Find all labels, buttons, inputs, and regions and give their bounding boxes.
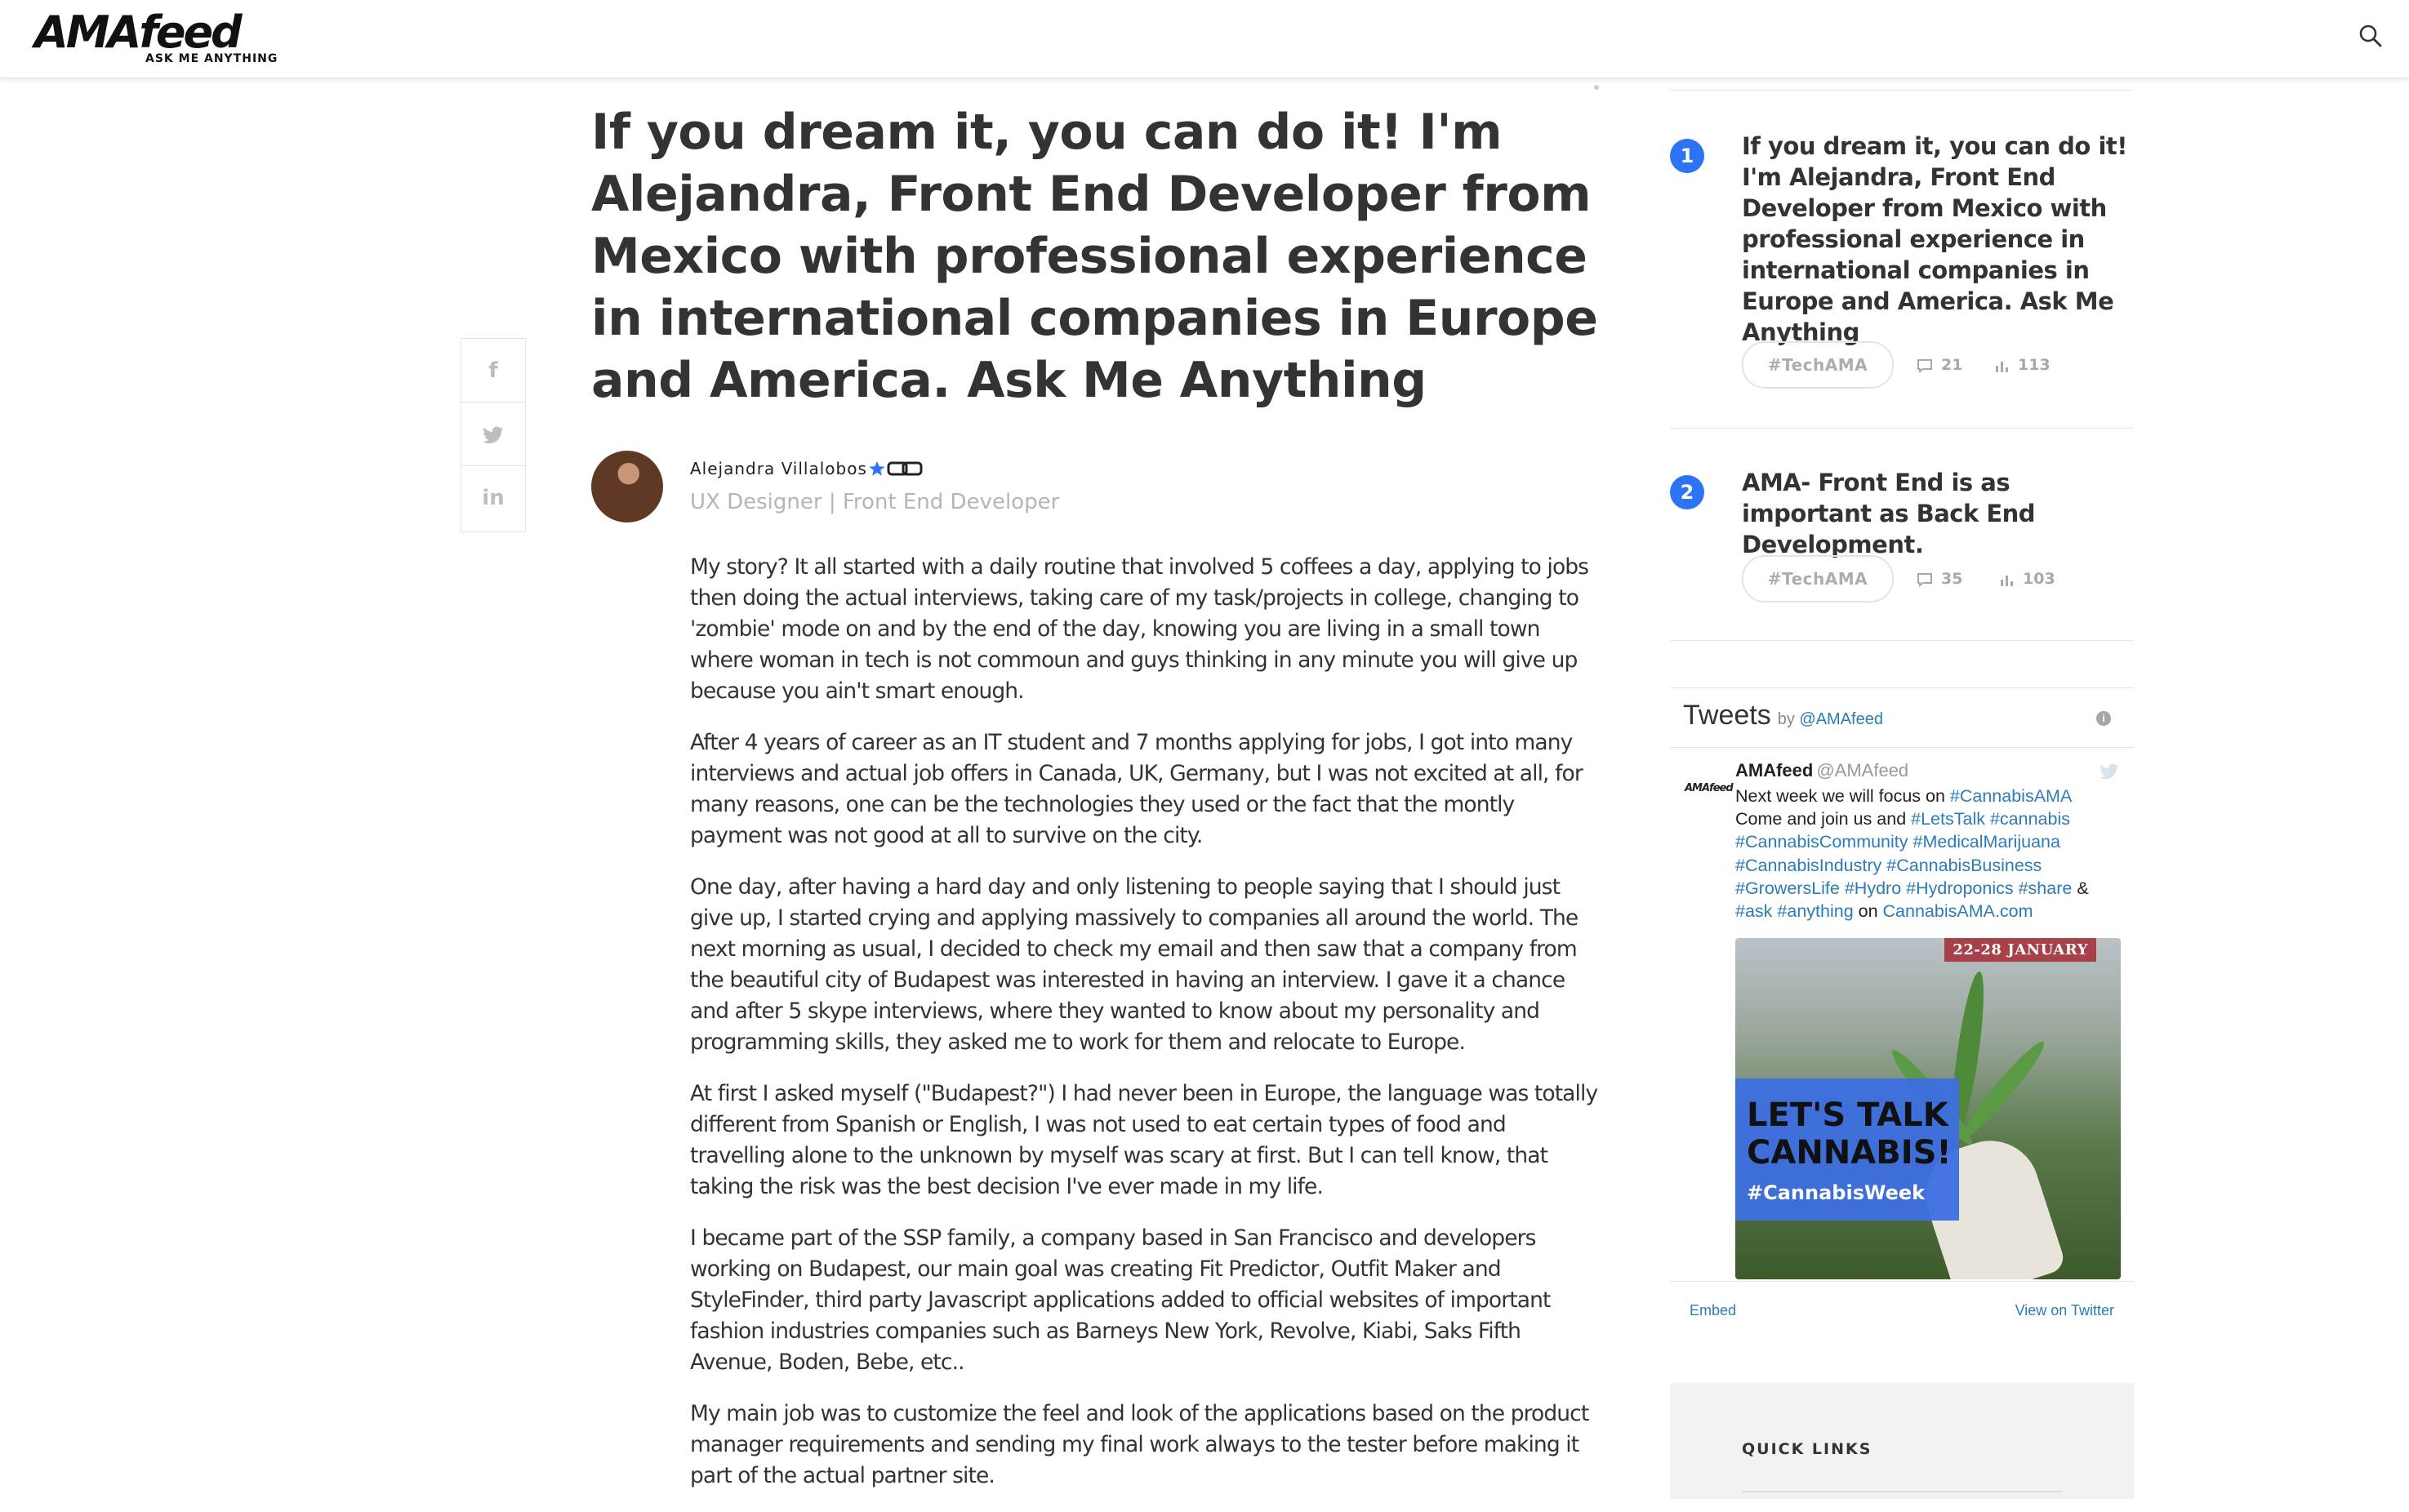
facebook-share-button[interactable]: f [461, 339, 525, 402]
tweets-footer-divider [1670, 1281, 2134, 1282]
tweet-hashtag-link[interactable]: #ask [1735, 901, 1772, 921]
author-name-text: Alejandra Villalobos [690, 459, 867, 478]
tweet-hashtag-link[interactable]: #CannabisAMA [1950, 786, 2071, 806]
tweets-by: by @AMAfeed [1778, 710, 1883, 728]
media-headline: LET'S TALK CANNABIS! [1747, 1096, 1952, 1172]
quick-links-divider [1742, 1491, 2062, 1492]
tweet-hashtag-link[interactable]: #MedicalMarijuana [1913, 832, 2060, 852]
more-dot [1594, 85, 1599, 90]
twitter-icon [483, 426, 504, 443]
tweet-text-segment: & [2072, 878, 2089, 898]
twitter-bird-icon[interactable] [2100, 763, 2119, 780]
comment-count: 21 [1917, 341, 1962, 389]
article-paragraph: My story? It all started with a daily ro… [690, 554, 1589, 704]
view-count: 113 [1995, 341, 2051, 389]
ranked-divider [1670, 428, 2134, 429]
info-icon[interactable]: i [2096, 711, 2111, 726]
article-paragraph: At first I asked myself ("Budapest?") I … [690, 1081, 1598, 1199]
tweet-hashtag-link[interactable]: #CannabisCommunity [1735, 832, 1908, 852]
share-bar: f in [461, 338, 526, 532]
logo-tagline: ASK ME ANYTHING [145, 52, 278, 65]
tweet-author-handle: @AMAfeed [1816, 760, 1909, 780]
tweets-title: Tweets [1683, 700, 1771, 731]
ranked-item-title[interactable]: AMA- Front End is as important as Back E… [1742, 467, 2134, 560]
tweet-text-segment: on [1853, 901, 1883, 922]
tag-chip[interactable]: #TechAMA [1742, 341, 1894, 389]
tweet-hashtag-link[interactable]: #anything [1777, 901, 1853, 921]
top-navbar: AMAfeed ASK ME ANYTHING [0, 0, 2409, 78]
article-paragraph: I became part of the SSP family, a compa… [690, 1225, 1551, 1375]
rank-badge: 2 [1670, 475, 1704, 509]
quick-links-title: QUICK LINKS [1742, 1440, 1872, 1458]
tweet-media-image[interactable]: 22-28 JANUARY LET'S TALK CANNABIS! #Cann… [1735, 938, 2121, 1279]
tweet-hashtag-link[interactable]: #Hydroponics [1906, 878, 2013, 898]
comment-count-value: 35 [1941, 570, 1963, 588]
tweet-author[interactable]: AMAfeed @AMAfeed [1735, 760, 1908, 781]
tweet-text-segment: Come and join us and [1735, 809, 1912, 829]
tweets-divider [1670, 747, 2134, 748]
author-role: UX Designer | Front End Developer [690, 490, 1060, 514]
tweet-hashtag-link[interactable]: #LetsTalk [1911, 809, 1985, 829]
view-count-value: 103 [2023, 570, 2055, 588]
media-date-banner: 22-28 JANUARY [1944, 938, 2096, 962]
tag-chip[interactable]: #TechAMA [1742, 555, 1894, 603]
author-name[interactable]: Alejandra Villalobos [690, 459, 923, 478]
ranked-item-2: 2 AMA- Front End is as important as Back… [1670, 467, 2134, 630]
tweet-hashtag-link[interactable]: #CannabisBusiness [1886, 856, 2042, 875]
view-count-value: 113 [2018, 356, 2051, 374]
article-title: If you dream it, you can do it! I'm Alej… [591, 104, 1598, 409]
bar-chart-icon [1996, 361, 2008, 372]
verified-star-icon [869, 461, 885, 476]
tweet-hashtag-link[interactable]: #Hydro [1845, 878, 1901, 898]
tweet-author-avatar[interactable]: AMAfeed [1685, 770, 1734, 807]
tweet-author-name: AMAfeed [1735, 760, 1814, 780]
tweet-hashtag-link[interactable]: #CannabisIndustry [1735, 856, 1881, 875]
logo-wordmark: AMAfeed [34, 7, 243, 58]
tweet-hashtag-link[interactable]: CannabisAMA.com [1883, 901, 2033, 921]
amafeed-logo[interactable]: AMAfeed ASK ME ANYTHING [34, 7, 277, 66]
tweet-hashtag-link[interactable]: #cannabis [1990, 809, 2070, 829]
comment-icon [1917, 572, 1932, 587]
link-icon [887, 461, 923, 476]
tweet-hashtag-link[interactable]: #share [2019, 878, 2073, 898]
bar-chart-icon [2001, 575, 2013, 586]
article-paragraph: After 4 years of career as an IT student… [690, 730, 1583, 848]
rank-badge: 1 [1670, 139, 1704, 173]
article-paragraph: One day, after having a hard day and onl… [690, 874, 1579, 1055]
author-avatar[interactable] [591, 451, 663, 523]
article-body: My story? It all started with a daily ro… [690, 552, 1605, 1512]
tweet-text: Next week we will focus on #CannabisAMA … [1735, 785, 2119, 923]
tweet-hashtag-link[interactable]: #GrowersLife [1735, 878, 1840, 898]
article-paragraph: My main job was to customize the feel an… [690, 1401, 1589, 1488]
ranked-item-1: 1 If you dream it, you can do it! I'm Al… [1670, 131, 2134, 392]
twitter-timeline-widget: Tweets by @AMAfeed i AMAfeed AMAfeed @AMAf… [1670, 687, 2134, 1333]
ranked-divider [1670, 640, 2134, 641]
search-icon[interactable] [2357, 22, 2385, 50]
tweet-text-segment: Next week we will focus on [1735, 786, 1950, 806]
tweets-header: Tweets by @AMAfeed [1683, 700, 1883, 732]
sidebar-divider [1670, 90, 2134, 91]
ranked-item-meta: #TechAMA 35 103 [1742, 555, 2134, 603]
view-count: 103 [2000, 555, 2055, 603]
view-on-twitter-link[interactable]: View on Twitter [2015, 1302, 2114, 1319]
tweets-handle-link[interactable]: @AMAfeed [1799, 710, 1883, 728]
twitter-share-button[interactable] [461, 402, 525, 466]
embed-link[interactable]: Embed [1690, 1302, 1736, 1319]
quick-links-panel: QUICK LINKS [1670, 1383, 2134, 1499]
ranked-item-meta: #TechAMA 21 113 [1742, 341, 2134, 389]
tweets-by-label: by [1777, 710, 1795, 728]
ranked-item-title[interactable]: If you dream it, you can do it! I'm Alej… [1742, 131, 2134, 348]
comment-icon [1917, 358, 1932, 373]
comment-count: 35 [1917, 555, 1962, 603]
linkedin-share-button[interactable]: in [461, 466, 525, 530]
comment-count-value: 21 [1941, 356, 1963, 374]
media-hashtag: #CannabisWeek [1747, 1181, 1926, 1204]
